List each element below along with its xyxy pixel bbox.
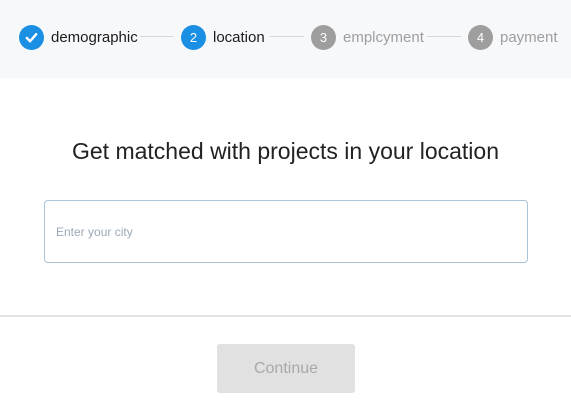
step-label-demographic: demographic: [51, 28, 138, 46]
step-number-employment: 3: [311, 24, 336, 50]
step-location: 2 location: [181, 24, 265, 50]
step-payment: 4 payment: [468, 24, 558, 50]
step-demographic: demographic: [19, 24, 138, 50]
progress-stepper: demographic 2 location 3 emplcyment 4 pa…: [0, 0, 571, 78]
step-label-location: location: [213, 28, 265, 46]
divider: [0, 315, 571, 317]
step-connector: [140, 36, 174, 37]
page-title: Get matched with projects in your locati…: [72, 138, 499, 164]
step-connector: [270, 36, 304, 37]
check-icon: [19, 24, 44, 50]
city-input[interactable]: [44, 200, 528, 263]
step-label-payment: payment: [500, 28, 558, 46]
step-number-location: 2: [181, 24, 206, 50]
step-connector: [427, 36, 461, 37]
continue-button[interactable]: Continue: [217, 344, 355, 393]
step-employment: 3 emplcyment: [311, 24, 424, 50]
step-number-payment: 4: [468, 24, 493, 50]
step-label-employment: emplcyment: [343, 28, 424, 46]
